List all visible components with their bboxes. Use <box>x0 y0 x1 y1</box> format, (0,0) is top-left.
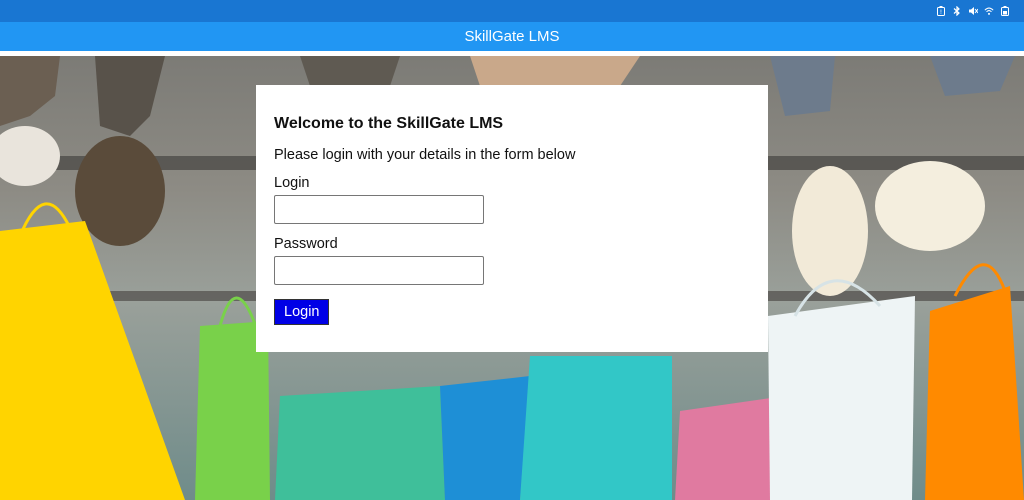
login-input[interactable] <box>274 195 484 224</box>
login-instructions: Please login with your details in the fo… <box>274 147 576 163</box>
password-label: Password <box>274 236 338 252</box>
app-bar: SkillGate LMS <box>0 22 1024 51</box>
battery-icon <box>1000 6 1010 16</box>
password-input[interactable] <box>274 256 484 285</box>
login-heading: Welcome to the SkillGate LMS <box>274 115 504 132</box>
mute-icon <box>968 6 978 16</box>
app-title: SkillGate LMS <box>464 28 560 45</box>
login-label: Login <box>274 175 310 191</box>
bluetooth-icon <box>952 6 962 16</box>
login-card: Welcome to the SkillGate LMS Please logi… <box>256 85 768 352</box>
system-status-bar: ! <box>0 0 1024 22</box>
login-button[interactable]: Login <box>274 299 330 325</box>
wifi-icon <box>984 6 994 16</box>
battery-alert-icon: ! <box>936 6 946 16</box>
svg-text:!: ! <box>940 9 942 16</box>
